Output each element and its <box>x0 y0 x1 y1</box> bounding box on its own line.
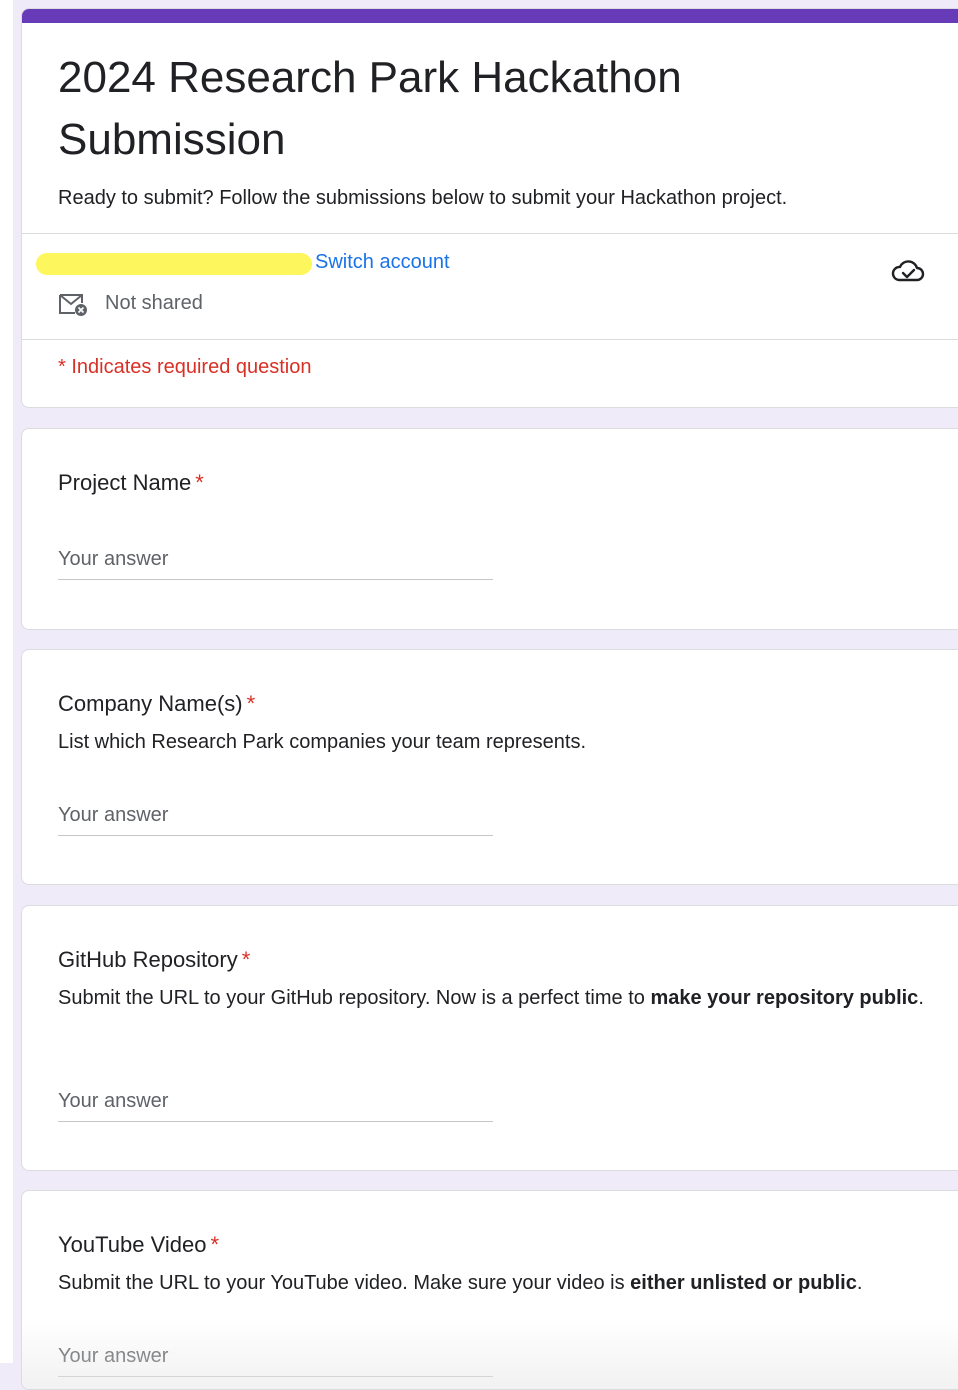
company-names-input[interactable] <box>58 802 493 836</box>
description-emphasis: make your repository public <box>650 987 919 1009</box>
question-description: List which Research Park companies your … <box>58 731 587 753</box>
cloud-check-icon[interactable] <box>890 253 926 289</box>
accent-bar <box>22 9 958 23</box>
switch-account-link[interactable]: Switch account <box>315 251 450 274</box>
divider <box>22 233 958 234</box>
question-title: YouTube Video * <box>58 1232 219 1258</box>
question-card-youtube-video: YouTube Video * Submit the URL to your Yo… <box>21 1190 958 1390</box>
question-card-github-repository: GitHub Repository * Submit the URL to you… <box>21 905 958 1171</box>
required-asterisk: * <box>241 947 251 972</box>
question-title: GitHub Repository * <box>58 947 250 973</box>
question-title-text: GitHub Repository <box>58 947 238 972</box>
description-end: . <box>856 1272 863 1294</box>
youtube-video-input[interactable] <box>58 1343 493 1377</box>
question-title-text: Company Name(s) <box>58 691 243 716</box>
form-description: Ready to submit? Follow the submissions … <box>58 187 788 209</box>
github-repository-input[interactable] <box>58 1088 493 1122</box>
description-end: . <box>918 987 924 1009</box>
left-page-strip <box>0 0 13 1363</box>
not-shared-label: Not shared <box>105 292 203 314</box>
required-asterisk: * <box>210 1232 219 1257</box>
question-card-company-names: Company Name(s) * List which Research Par… <box>21 649 958 885</box>
form-header-card: 2024 Research Park Hackathon Submission … <box>21 8 958 408</box>
question-card-project-name: Project Name * <box>21 428 958 630</box>
project-name-input[interactable] <box>58 546 493 580</box>
question-title: Project Name * <box>58 470 204 496</box>
question-title-text: Project Name <box>58 470 192 495</box>
required-asterisk: * <box>195 470 204 495</box>
description-text: Submit the URL to your YouTube video. Ma… <box>58 1272 631 1294</box>
question-title-text: YouTube Video <box>58 1232 207 1257</box>
question-description: Submit the URL to your YouTube video. Ma… <box>58 1269 928 1298</box>
redacted-email-highlight <box>36 253 312 275</box>
question-description: Submit the URL to your GitHub repository… <box>58 984 928 1013</box>
form-title: 2024 Research Park Hackathon Submission <box>58 53 682 164</box>
required-asterisk: * <box>246 691 256 716</box>
mail-off-icon <box>59 294 87 316</box>
description-text: Submit the URL to your GitHub repository… <box>58 987 651 1009</box>
divider <box>22 339 958 340</box>
question-title: Company Name(s) * <box>58 691 255 717</box>
description-emphasis: either unlisted or public <box>630 1272 857 1294</box>
required-question-note: * Indicates required question <box>58 356 312 378</box>
